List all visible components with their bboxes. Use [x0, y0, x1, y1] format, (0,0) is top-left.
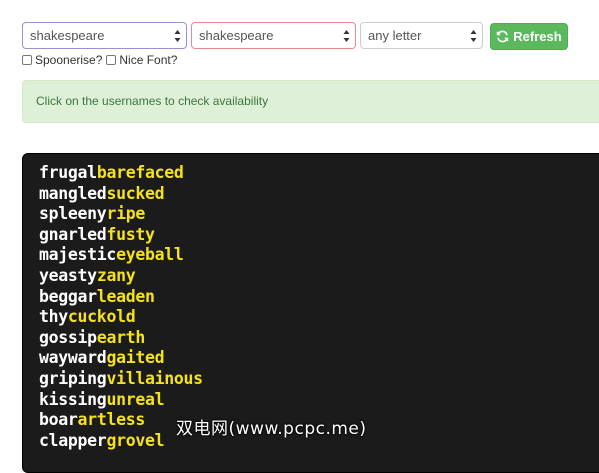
watermark-text: 双电网(www.pcpc.me)	[176, 419, 367, 439]
username-item[interactable]: yeastyzany	[39, 266, 599, 287]
letter-select-value: any letter	[368, 28, 422, 43]
refresh-icon	[496, 30, 509, 43]
nice-font-label: Nice Font?	[119, 53, 178, 67]
username-second-word: artless	[77, 410, 146, 430]
username-item[interactable]: gossipearth	[39, 328, 599, 349]
wordlist-select-2-value: shakespeare	[199, 28, 274, 43]
nice-font-option[interactable]: Nice Font?	[106, 53, 177, 67]
username-first-word: gossip	[39, 327, 97, 347]
username-second-word: zany	[96, 265, 136, 285]
username-first-word: beggar	[39, 286, 97, 306]
username-item[interactable]: waywardgaited	[39, 348, 599, 369]
wordlist-select-1[interactable]: shakespeare	[22, 22, 187, 49]
username-first-word: gnarled	[39, 224, 107, 244]
username-item[interactable]: mangledsucked	[39, 184, 599, 205]
username-second-word: cuckold	[67, 307, 136, 327]
username-first-word: thy	[39, 307, 68, 327]
username-item[interactable]: majesticeyeball	[39, 245, 599, 266]
username-item[interactable]: gripingvillainous	[39, 369, 599, 390]
username-first-word: majestic	[39, 245, 117, 265]
username-first-word: boar	[39, 410, 78, 430]
refresh-button-label: Refresh	[513, 29, 562, 44]
wordlist-select-2[interactable]: shakespeare	[191, 22, 356, 49]
username-second-word: fusty	[106, 224, 155, 244]
username-item[interactable]: frugalbarefaced	[39, 163, 599, 184]
username-item[interactable]: spleenyripe	[39, 204, 599, 225]
username-second-word: unreal	[106, 389, 165, 409]
nice-font-checkbox[interactable]	[106, 55, 117, 65]
letter-select[interactable]: any letter	[360, 22, 483, 49]
username-second-word: ripe	[106, 204, 145, 224]
select-arrows-icon	[343, 29, 350, 43]
info-alert-text: Click on the usernames to check availabi…	[36, 94, 269, 108]
username-second-word: eyeball	[116, 245, 184, 265]
username-second-word: grovel	[106, 430, 165, 450]
username-first-word: griping	[39, 368, 107, 388]
username-first-word: mangled	[39, 183, 107, 203]
username-second-word: barefaced	[96, 163, 184, 182]
username-first-word: yeasty	[39, 265, 97, 285]
select-arrows-icon	[174, 29, 181, 43]
username-second-word: sucked	[106, 183, 165, 203]
spoonerise-checkbox[interactable]	[22, 55, 32, 65]
username-item[interactable]: beggarleaden	[39, 287, 599, 308]
username-first-word: clapper	[39, 430, 107, 450]
username-first-word: kissing	[39, 389, 107, 409]
options-row: Spoonerise? Nice Font?	[22, 53, 181, 67]
info-alert: Click on the usernames to check availabi…	[22, 80, 599, 123]
spoonerise-label: Spoonerise?	[35, 53, 103, 67]
username-second-word: leaden	[96, 286, 155, 306]
refresh-button[interactable]: Refresh	[490, 23, 568, 50]
wordlist-select-1-value: shakespeare	[30, 28, 105, 43]
username-first-word: spleeny	[39, 204, 107, 224]
username-item[interactable]: thycuckold	[39, 307, 599, 328]
username-second-word: villainous	[106, 368, 203, 388]
username-first-word: frugal	[39, 163, 97, 182]
username-second-word: gaited	[106, 348, 165, 368]
select-arrows-icon	[470, 29, 477, 43]
username-second-word: earth	[96, 327, 145, 347]
username-item[interactable]: gnarledfusty	[39, 225, 599, 246]
username-item[interactable]: kissingunreal	[39, 390, 599, 411]
spoonerise-option[interactable]: Spoonerise?	[22, 53, 102, 67]
username-first-word: wayward	[39, 348, 107, 368]
